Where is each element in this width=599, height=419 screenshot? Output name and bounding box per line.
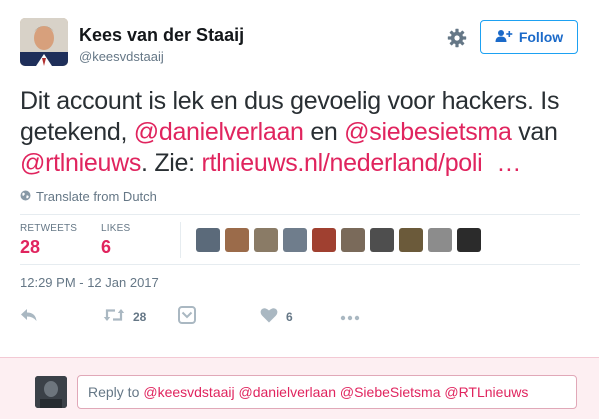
- divider: [20, 264, 580, 265]
- more-button[interactable]: [340, 306, 360, 328]
- direct-message-button[interactable]: [178, 305, 196, 329]
- mention-link[interactable]: @danielverlaan: [134, 118, 304, 146]
- author-name[interactable]: Kees van der Staaij: [79, 25, 244, 46]
- tweet-text-fragment: . Zie:: [141, 149, 202, 177]
- reply-prefix: Reply to: [88, 384, 140, 400]
- liker-avatar[interactable]: [399, 228, 423, 252]
- reply-mentions: @keesvdstaaij @danielverlaan @SiebeSiets…: [143, 384, 529, 400]
- reply-bar: Reply to @keesvdstaaij @danielverlaan @S…: [0, 357, 599, 419]
- liker-avatar[interactable]: [428, 228, 452, 252]
- translate-label: Translate from Dutch: [36, 189, 157, 204]
- retweet-icon: [103, 307, 125, 328]
- gear-icon[interactable]: [446, 27, 468, 49]
- retweets-count[interactable]: 28: [20, 237, 40, 258]
- url-link[interactable]: rtlnieuws.nl/nederland/poli: [201, 149, 482, 177]
- likes-label: LIKES: [101, 223, 131, 234]
- likes-count[interactable]: 6: [101, 237, 111, 258]
- direct-message-icon: [178, 305, 196, 329]
- reply-icon: [20, 307, 38, 328]
- follow-label: Follow: [518, 29, 564, 45]
- liker-avatar[interactable]: [225, 228, 249, 252]
- retweet-count: 28: [133, 310, 147, 324]
- liker-avatar[interactable]: [370, 228, 394, 252]
- likers-avatars: [196, 228, 481, 252]
- tweet-line-3: @rtlnieuws. Zie: rtlnieuws.nl/nederland/…: [20, 148, 585, 179]
- retweet-button[interactable]: 28: [103, 306, 146, 328]
- liker-avatar[interactable]: [196, 228, 220, 252]
- divider: [20, 214, 580, 215]
- like-count: 6: [286, 310, 293, 324]
- tweet-text: Dit account is lek en dus gevoelig voor …: [20, 86, 585, 179]
- liker-avatar[interactable]: [254, 228, 278, 252]
- divider: [180, 222, 181, 258]
- mention-link[interactable]: @siebesietsma: [344, 118, 512, 146]
- add-user-icon: [495, 29, 513, 46]
- reply-button[interactable]: [20, 306, 38, 328]
- follow-button[interactable]: Follow: [480, 20, 578, 54]
- tweet-line-2: getekend, @danielverlaan en @siebesietsm…: [20, 117, 585, 148]
- retweets-label: RETWEETS: [20, 223, 78, 234]
- mention-link[interactable]: @rtlnieuws: [20, 149, 141, 177]
- liker-avatar[interactable]: [341, 228, 365, 252]
- liker-avatar[interactable]: [312, 228, 336, 252]
- author-avatar[interactable]: [20, 18, 68, 66]
- tweet-timestamp[interactable]: 12:29 PM - 12 Jan 2017: [20, 275, 159, 290]
- translate-link[interactable]: Translate from Dutch: [20, 189, 157, 204]
- more-icon: [340, 308, 360, 326]
- globe-icon: [20, 189, 31, 204]
- tweet-text-fragment: van: [511, 118, 558, 146]
- tweet-line-1: Dit account is lek en dus gevoelig voor …: [20, 87, 560, 115]
- liker-avatar[interactable]: [283, 228, 307, 252]
- liker-avatar[interactable]: [457, 228, 481, 252]
- author-handle[interactable]: @keesvdstaaij: [79, 49, 164, 64]
- like-button[interactable]: 6: [260, 306, 293, 328]
- user-avatar: [35, 376, 67, 408]
- url-ellipsis: …: [496, 149, 522, 177]
- tweet-text-fragment: en: [303, 118, 345, 146]
- reply-input[interactable]: Reply to @keesvdstaaij @danielverlaan @S…: [77, 375, 577, 409]
- heart-icon: [260, 307, 278, 328]
- tweet-text-fragment: getekend,: [20, 118, 134, 146]
